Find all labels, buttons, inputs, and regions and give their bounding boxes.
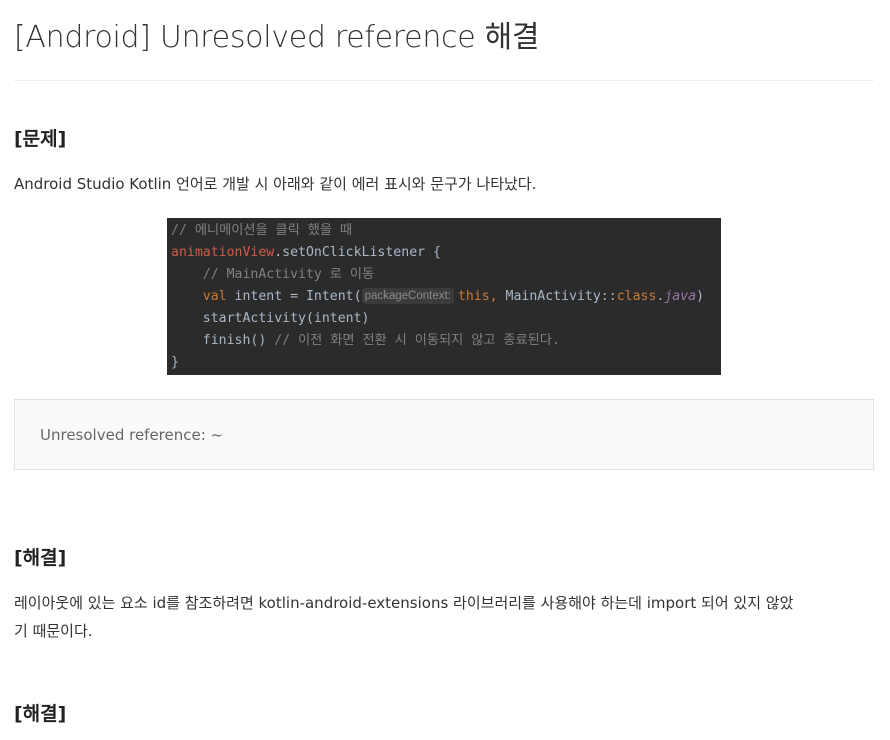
- code-italic: java: [664, 289, 697, 304]
- code-text: intent = Intent(: [226, 289, 362, 304]
- code-line: val intent = Intent(packageContext: this,…: [171, 286, 721, 308]
- code-keyword: this,: [457, 289, 498, 304]
- error-quote-text: Unresolved reference: ~: [40, 425, 224, 444]
- parameter-hint: packageContext:: [361, 288, 454, 304]
- error-quote-box: Unresolved reference: ~: [14, 399, 874, 470]
- code-screenshot: // 에니메이션을 클릭 했을 때 animationView.setOnCli…: [167, 218, 721, 375]
- section-heading-solution: [해결]: [14, 547, 67, 569]
- code-text: .setOnClickListener {: [274, 245, 441, 260]
- section-heading-solution-2: [해결]: [14, 703, 67, 725]
- code-line: finish() // 이전 화면 전환 시 이동되지 않고 종료된다.: [171, 330, 721, 352]
- code-text: ): [696, 289, 705, 304]
- code-text: MainActivity::: [497, 289, 617, 304]
- code-comment: // MainActivity 로 이동: [202, 267, 375, 282]
- title-divider: [14, 80, 874, 81]
- code-comment: // 이전 화면 전환 시 이동되지 않고 종료된다.: [266, 333, 560, 348]
- code-line: startActivity(intent): [171, 308, 721, 330]
- code-line: }: [171, 352, 721, 374]
- solution-description-line1: 레이아웃에 있는 요소 id를 참조하려면 kotlin-android-ext…: [14, 594, 794, 612]
- code-property: animationView: [171, 245, 275, 260]
- solution-description-line2: 기 때문이다.: [14, 622, 93, 640]
- article-page: [Android] Unresolved reference 해결 [문제] A…: [0, 0, 890, 740]
- code-line: // 에니메이션을 클릭 했을 때: [171, 220, 721, 242]
- code-line: // MainActivity 로 이동: [171, 264, 721, 286]
- code-keyword: val: [202, 289, 227, 304]
- code-text: }: [171, 355, 179, 370]
- code-comment: // 에니메이션을 클릭 했을 때: [171, 223, 353, 238]
- code-line: animationView.setOnClickListener {: [171, 242, 721, 264]
- problem-description: Android Studio Kotlin 언어로 개발 시 아래와 같이 에러…: [14, 175, 537, 193]
- code-keyword: class: [616, 289, 657, 304]
- page-title: [Android] Unresolved reference 해결: [14, 20, 540, 55]
- code-text: finish(): [202, 333, 267, 348]
- code-text: startActivity(intent): [202, 311, 370, 326]
- section-heading-problem: [문제]: [14, 128, 67, 150]
